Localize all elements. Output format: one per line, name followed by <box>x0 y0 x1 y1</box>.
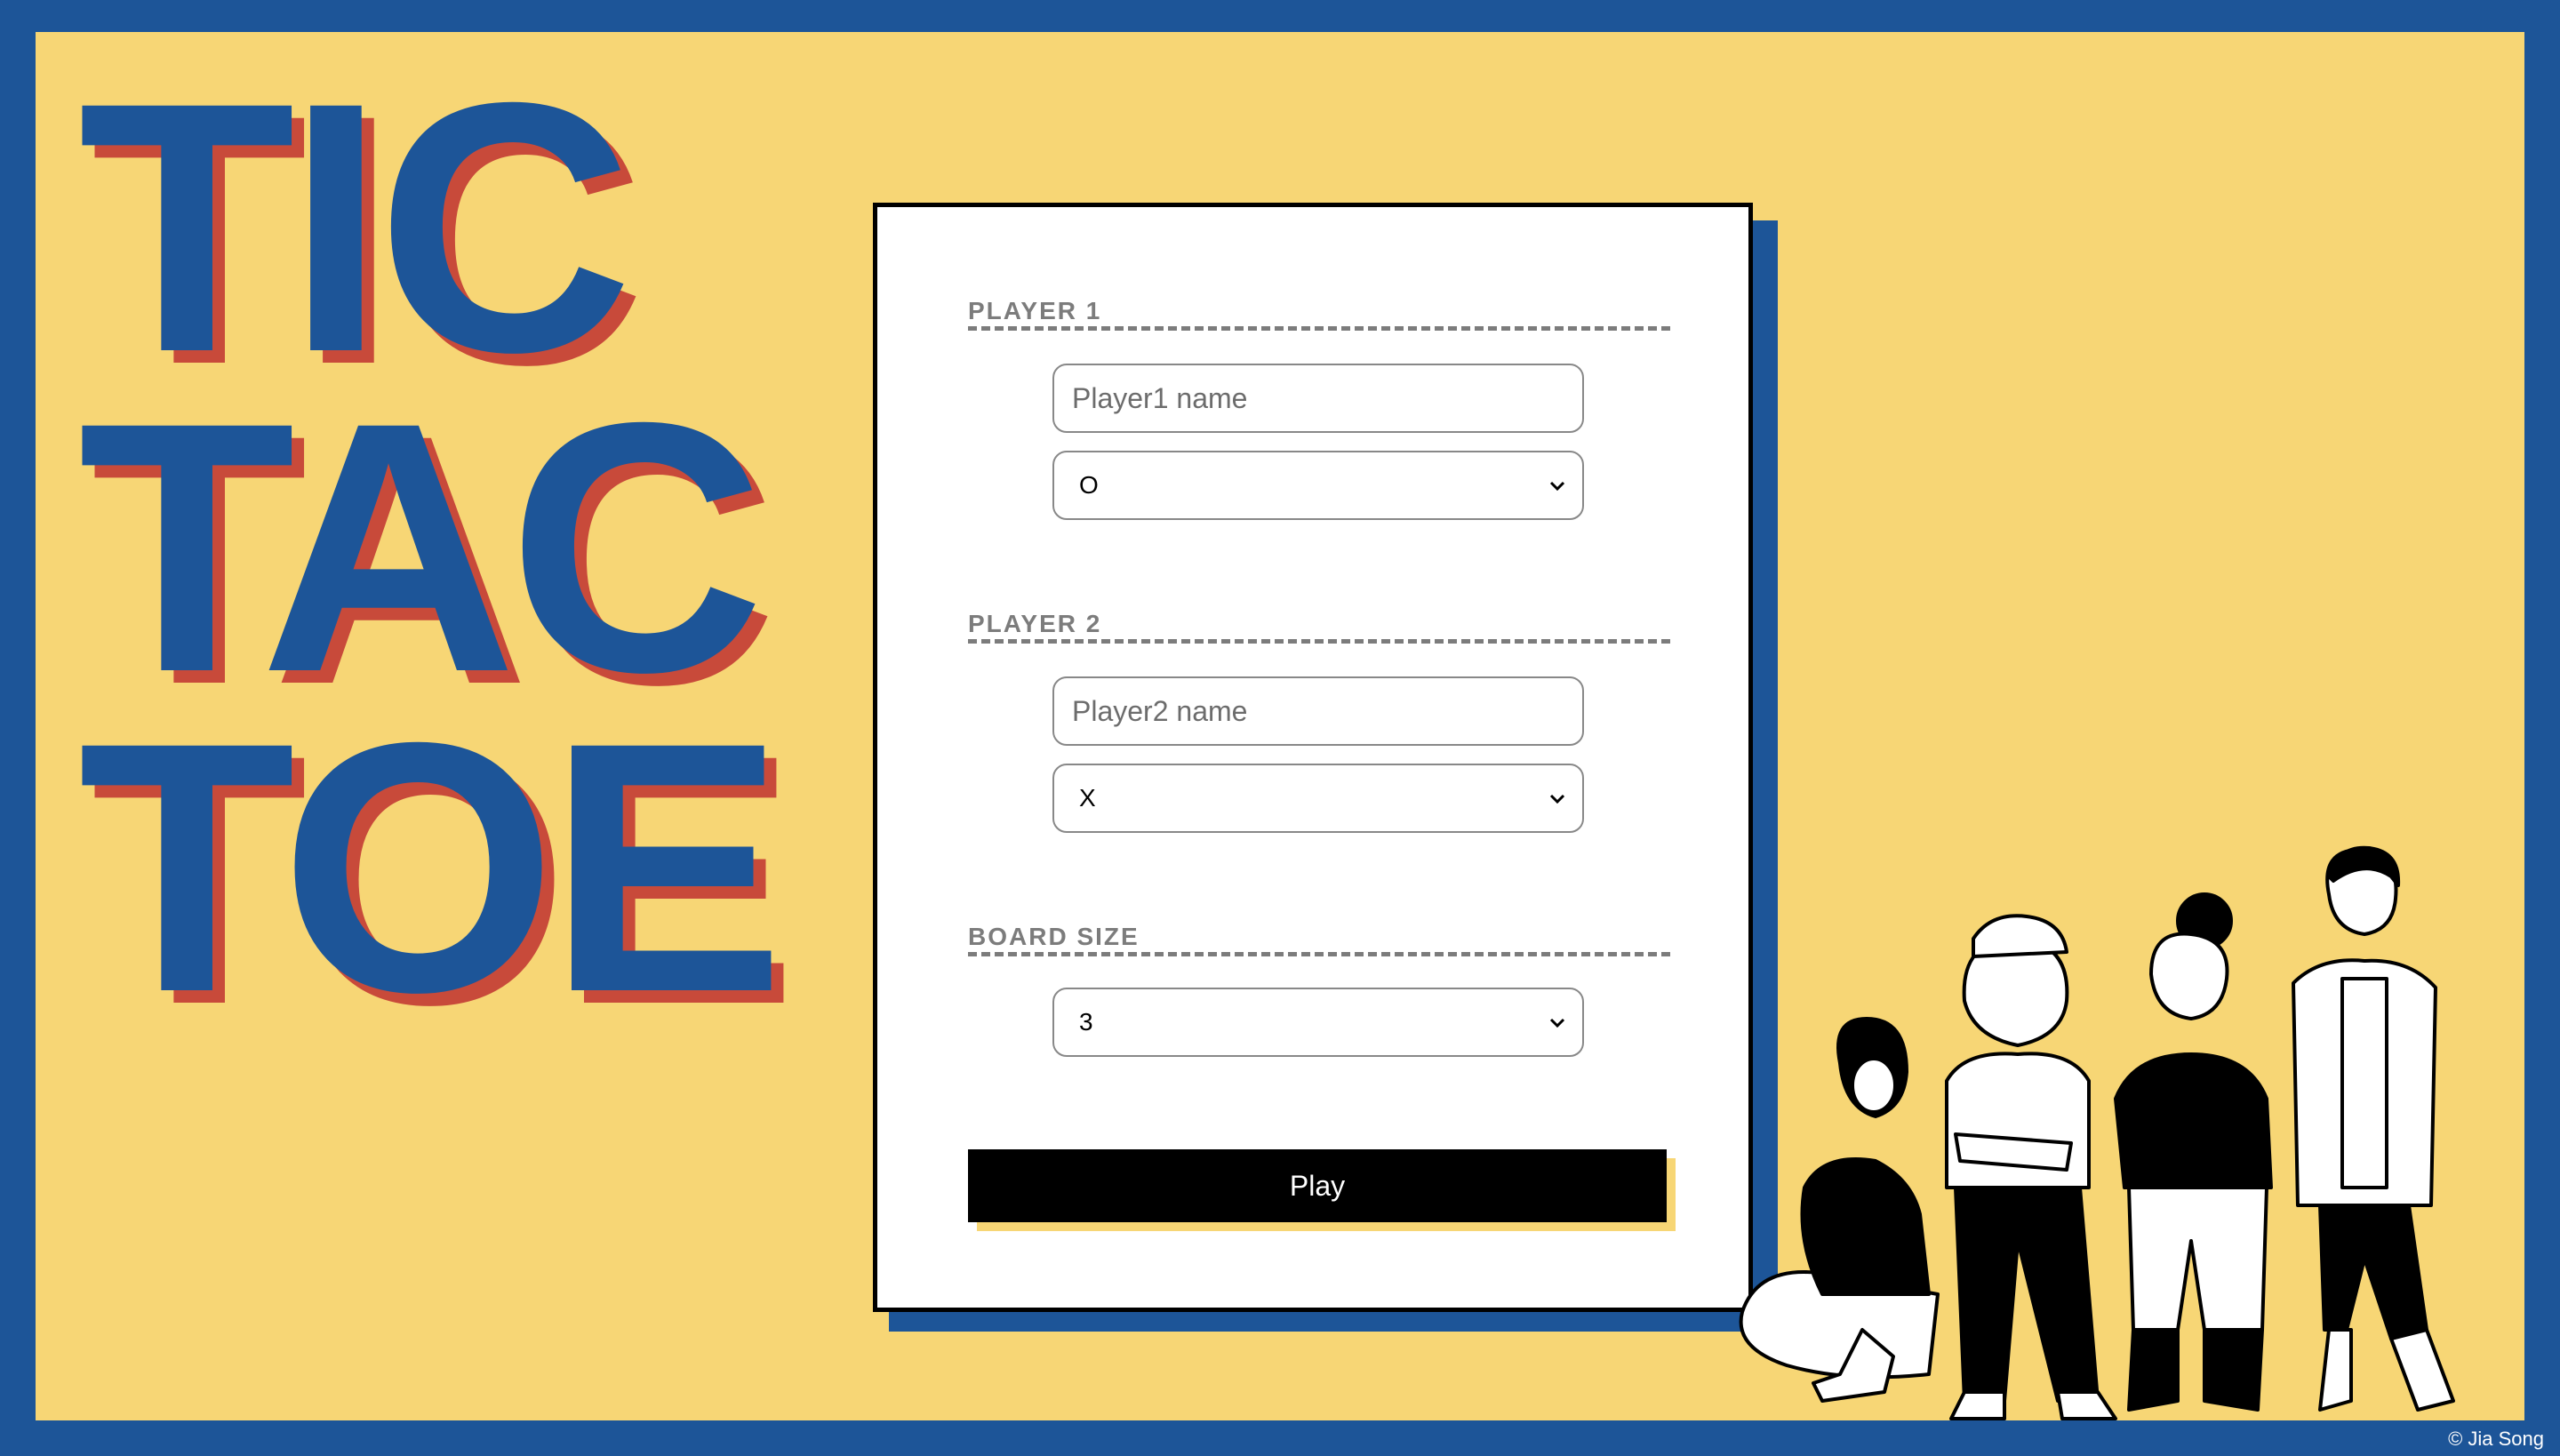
woman-figure <box>2114 892 2273 1412</box>
setup-card: PLAYER 1 O PLAYER 2 X BOARD SIZE 3 Play <box>873 203 1753 1312</box>
player1-symbol-value: O <box>1079 471 1099 499</box>
title-line-toe: TOE <box>78 668 785 1066</box>
board-size-select[interactable]: 3 <box>1052 988 1584 1057</box>
sitting-woman-figure <box>1739 1017 1940 1403</box>
player2-name-input[interactable] <box>1054 678 1582 744</box>
player1-name-field[interactable] <box>1052 364 1584 433</box>
chevron-down-icon <box>1549 481 1565 492</box>
chevron-down-icon <box>1549 794 1565 804</box>
man-figure <box>1945 914 2117 1420</box>
player1-name-input[interactable] <box>1054 365 1582 431</box>
title-line-tic: TIC <box>78 32 633 426</box>
title-line-tac: TAC <box>78 348 764 746</box>
player2-name-field[interactable] <box>1052 676 1584 746</box>
background-frame: TIC TAC TOE PLAYER 1 O PLAYER 2 X BOARD … <box>36 32 2524 1420</box>
board-size-label: BOARD SIZE <box>968 922 1670 956</box>
author-credit: © Jia Song <box>2448 1428 2544 1450</box>
player2-symbol-value: X <box>1079 784 1096 812</box>
game-title: TIC TAC TOE <box>78 32 785 1066</box>
board-size-value: 3 <box>1079 1008 1093 1036</box>
player1-symbol-select[interactable]: O <box>1052 451 1584 520</box>
jacket-woman-figure <box>2292 845 2455 1412</box>
people-illustration <box>1739 845 2455 1420</box>
player1-label: PLAYER 1 <box>968 296 1670 331</box>
player2-label: PLAYER 2 <box>968 609 1670 644</box>
play-button[interactable]: Play <box>968 1149 1667 1222</box>
player2-symbol-select[interactable]: X <box>1052 764 1584 833</box>
chevron-down-icon <box>1549 1018 1565 1028</box>
